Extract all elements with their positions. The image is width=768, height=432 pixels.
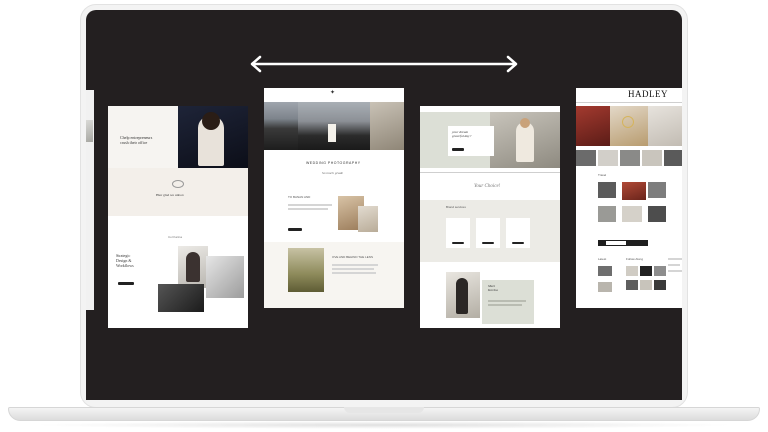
card4-thumb-3 <box>620 150 640 166</box>
horizontal-scroll-arrow-icon <box>250 55 518 73</box>
card2-text-4 <box>332 268 374 270</box>
card4-side-3 <box>668 270 682 272</box>
card4-follow-1 <box>626 266 638 276</box>
card4-feature-1 <box>598 182 616 198</box>
template-card-3[interactable]: your dream graceful day? Your Choice! Br… <box>420 106 560 328</box>
card3-service-3-button[interactable] <box>512 242 524 244</box>
card1-button[interactable] <box>118 282 134 285</box>
card2-text-2 <box>288 208 328 210</box>
card1-emblem <box>172 180 184 188</box>
card1-subheading: Strategic Design & Workflows <box>116 253 134 268</box>
card2-text-3 <box>332 264 378 266</box>
card4-hero-3 <box>648 106 682 146</box>
card1-portrait-figure <box>186 252 200 282</box>
card3-service-1-button[interactable] <box>452 242 464 244</box>
card1-person-hair <box>202 112 220 130</box>
card3-section-label: Brand services <box>446 205 466 209</box>
template-card-2[interactable]: ✦ WEDDING PHOTOGRAPHY So much grade TO B… <box>264 88 404 308</box>
card4-section-2: Latest <box>598 257 607 261</box>
template-peek-left-image <box>86 120 93 142</box>
card4-thumb-4 <box>642 150 662 166</box>
card2-lower-band <box>264 242 404 308</box>
card2-text-1 <box>288 204 332 206</box>
card4-latest-1 <box>598 266 612 276</box>
card3-script-2: Your Choice! <box>474 184 501 189</box>
card2-text-5 <box>332 272 376 274</box>
card1-heading: Chelp entrepreneurs crush their office <box>120 135 153 145</box>
card2-gallery-3 <box>370 102 404 150</box>
card3-about-figure <box>456 278 468 314</box>
card2-detail-image <box>358 206 378 232</box>
card2-gallery-1 <box>264 102 298 150</box>
template-card-1[interactable]: Chelp entrepreneurs crush their office H… <box>108 106 248 328</box>
card2-heading: WEDDING PHOTOGRAPHY <box>306 161 361 165</box>
card3-hero-button[interactable] <box>452 148 464 151</box>
card4-follow-3 <box>654 266 666 276</box>
card4-feature-2 <box>622 182 646 200</box>
card4-thumb-1 <box>576 150 596 166</box>
laptop-notch <box>344 407 424 413</box>
card4-hero-ring <box>622 116 634 128</box>
card4-side-1 <box>668 258 682 260</box>
card3-script-1: your dream graceful day? <box>452 130 472 139</box>
card1-section-label: Col Karina <box>168 235 183 239</box>
card3-person-head <box>520 118 530 128</box>
card1-tagline: Hier glad we unbox <box>156 193 184 197</box>
card4-thumb-5 <box>664 150 682 166</box>
card1-desk-image <box>206 256 244 298</box>
card3-script-3: Meet Korina <box>488 284 498 293</box>
card3-about-text-1 <box>488 300 526 302</box>
laptop-shadow <box>30 421 738 429</box>
card4-follow-2 <box>640 266 652 276</box>
card4-feature-3 <box>648 182 666 198</box>
card4-feature-6 <box>648 206 666 222</box>
card2-section-label: TO BANAN AND <box>288 195 311 199</box>
laptop-screen: Chelp entrepreneurs crush their office H… <box>86 10 682 400</box>
card4-feature-4 <box>598 206 616 222</box>
card3-divider <box>420 172 560 173</box>
card4-thumb-2 <box>598 150 618 166</box>
card4-feature-5 <box>622 206 642 222</box>
laptop-mockup: Chelp entrepreneurs crush their office H… <box>0 0 768 432</box>
card2-script: So much grade <box>322 171 343 175</box>
card4-section: Travel <box>598 173 607 177</box>
card4-section-3: Follow Along <box>626 257 644 261</box>
card3-person <box>516 122 534 162</box>
card3-service-2-button[interactable] <box>482 242 494 244</box>
card1-band <box>108 168 248 216</box>
card2-couple <box>328 124 336 142</box>
card3-about-text-2 <box>488 304 522 306</box>
card1-laptop-image <box>158 284 204 312</box>
card4-nav-line <box>576 102 682 103</box>
card2-field-image <box>288 248 324 292</box>
card4-hero-1 <box>576 106 610 146</box>
card4-follow-5 <box>640 280 652 290</box>
card4-follow-4 <box>626 280 638 290</box>
card4-latest-2 <box>598 282 612 292</box>
card4-follow-6 <box>654 280 666 290</box>
card4-side-2 <box>668 264 680 266</box>
card2-section-2: OVE AND BEHIND THE LENS <box>332 255 373 259</box>
card2-logo-icon: ✦ <box>330 90 336 96</box>
card4-subscribe-input[interactable] <box>606 241 626 245</box>
card4-brand: HADLEY <box>628 89 668 99</box>
card2-button[interactable] <box>288 228 302 231</box>
template-card-4[interactable]: HADLEY Travel Latest Follow Along <box>576 88 682 308</box>
